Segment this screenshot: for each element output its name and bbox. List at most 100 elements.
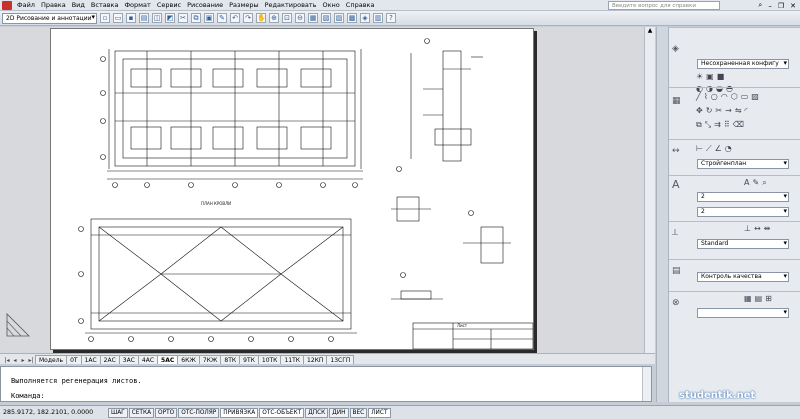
dim-style-icon[interactable]: ⇹ [764,224,771,233]
line-icon[interactable]: ╱ [696,92,701,101]
help-search-input[interactable]: Введите вопрос для справки [608,1,720,10]
command-scrollbar[interactable] [642,367,651,401]
vertical-scrollbar[interactable]: ▲ [644,27,655,353]
command-prompt[interactable]: Команда: [11,392,45,400]
menu-window[interactable]: Окно [320,1,343,9]
rectangle-icon[interactable]: ▭ [741,92,749,101]
layer-state-select[interactable]: Несохраненная конфигу [697,59,789,69]
layout-sheet[interactable]: ПЛАН КРОВЛИ Лист [50,28,534,350]
mleader-style-select[interactable]: Контроль качества [697,272,789,282]
pan-icon[interactable]: ✋ [256,13,266,23]
app-logo-icon[interactable] [2,0,12,10]
save-icon[interactable]: ▪ [126,13,136,23]
tab-7kzh[interactable]: 7КЖ [198,355,222,364]
tab-2as[interactable]: 2АС [99,355,120,364]
table-link-icon[interactable]: ⊞ [765,294,772,303]
drawing-canvas[interactable]: ПЛАН КРОВЛИ Лист ▲ [0,27,655,353]
move-icon[interactable]: ✥ [696,106,703,115]
snap-toggle[interactable]: ШАГ [108,407,128,418]
tab-3as[interactable]: 3АС [118,355,139,364]
tab-11tk[interactable]: 11ТК [280,355,304,364]
grid-toggle[interactable]: СЕТКА [128,407,155,418]
cut-icon[interactable]: ✂ [178,13,188,23]
dim-style-select[interactable]: Standard [697,239,789,249]
calculator-icon[interactable]: ▥ [373,13,383,23]
panel-title-strip[interactable] [657,27,669,402]
polygon-icon[interactable]: ⬡ [731,92,738,101]
first-tab-icon[interactable]: |◂ [3,357,11,364]
aligned-dim-icon[interactable]: ⟋ [706,144,712,154]
search-icon[interactable]: ⌕ [758,1,762,10]
dim-edit-icon[interactable]: ⊥ [744,224,751,233]
menu-tools[interactable]: Сервис [154,1,184,9]
polyline-icon[interactable]: ⌇ [704,92,708,101]
close-icon[interactable]: ✕ [790,2,796,10]
mtext-icon[interactable]: A [744,178,749,188]
undo-icon[interactable]: ↶ [230,13,240,23]
menu-view[interactable]: Вид [69,1,88,9]
text-find-icon[interactable]: ⌕ [762,178,766,188]
table-edit-icon[interactable]: ▤ [755,294,763,303]
markup-icon[interactable]: ◈ [360,13,370,23]
arc-icon[interactable]: ◠ [721,92,728,101]
ducs-toggle[interactable]: ДПСК [305,407,329,418]
copy-icon[interactable]: ⧉ [191,13,201,23]
text-height-select-2[interactable]: 2 [697,207,789,217]
coordinates-readout[interactable]: 285.9172, 182.2101, 0.0000 [0,409,108,416]
lineweight-toggle[interactable]: ВЕС [349,407,368,418]
menu-file[interactable]: Файл [14,1,38,9]
next-tab-icon[interactable]: ▸ [19,357,27,364]
ortho-toggle[interactable]: ОРТО [155,407,178,418]
menu-dimension[interactable]: Размеры [226,1,262,9]
zoom-window-icon[interactable]: ⊡ [282,13,292,23]
open-icon[interactable]: ▭ [113,13,123,23]
prev-tab-icon[interactable]: ◂ [11,357,19,364]
table-insert-icon[interactable]: ▦ [744,294,752,303]
tab-5as[interactable]: 5АС [157,355,179,364]
tab-12kp[interactable]: 12КП [303,355,328,364]
dim-update-icon[interactable]: ↔ [754,224,761,233]
erase-icon[interactable]: ⌫ [733,120,744,130]
tab-4as[interactable]: 4АС [137,355,159,364]
circle-icon[interactable]: ○ [711,92,718,101]
paper-toggle[interactable]: ЛИСТ [368,407,391,418]
otrack-toggle[interactable]: ОТС-ОБЪЕКТ [259,407,305,418]
text-edit-icon[interactable]: ✎ [752,178,759,188]
tab-10tk[interactable]: 10ТК [257,355,282,364]
tab-model[interactable]: Модель [35,355,68,364]
zoom-realtime-icon[interactable]: ⊕ [269,13,279,23]
extend-icon[interactable]: → [725,106,732,115]
offset-icon[interactable]: ⇉ [714,120,721,130]
menu-draw[interactable]: Рисование [184,1,226,9]
menu-format[interactable]: Формат [121,1,153,9]
linear-dim-icon[interactable]: ⊢ [696,144,703,154]
menu-edit[interactable]: Правка [38,1,69,9]
tab-9tk[interactable]: 9ТК [239,355,259,364]
tab-6kzh[interactable]: 6КЖ [177,355,200,364]
mirror-icon[interactable]: ⇋ [735,106,742,115]
scroll-up-icon[interactable]: ▲ [645,27,655,36]
polar-toggle[interactable]: ОТС-ПОЛЯР [178,407,220,418]
bulb-icon[interactable]: ☀ [696,72,703,81]
scale-icon[interactable]: ⤡ [705,120,711,130]
zoom-previous-icon[interactable]: ⊖ [295,13,305,23]
paste-icon[interactable]: ▣ [204,13,214,23]
publish-icon[interactable]: ◩ [165,13,175,23]
table-style-select[interactable] [697,308,789,318]
menu-insert[interactable]: Вставка [88,1,122,9]
new-icon[interactable]: ▫ [100,13,110,23]
hatch-icon[interactable]: ▨ [751,92,759,101]
array-icon[interactable]: ⠿ [724,120,730,130]
menu-modify[interactable]: Редактировать [262,1,320,9]
redo-icon[interactable]: ↷ [243,13,253,23]
match-properties-icon[interactable]: ✎ [217,13,227,23]
properties-icon[interactable]: ▦ [308,13,318,23]
radius-dim-icon[interactable]: ◔ [725,144,732,154]
lock-icon[interactable]: ▣ [706,72,714,81]
color-icon[interactable]: ■ [717,72,725,81]
dyn-toggle[interactable]: ДИН [329,407,349,418]
rotate-icon[interactable]: ↻ [706,106,713,115]
tab-13sgp[interactable]: 13СГП [326,355,355,364]
angular-dim-icon[interactable]: ∠ [715,144,722,154]
sheet-set-icon[interactable]: ▩ [347,13,357,23]
